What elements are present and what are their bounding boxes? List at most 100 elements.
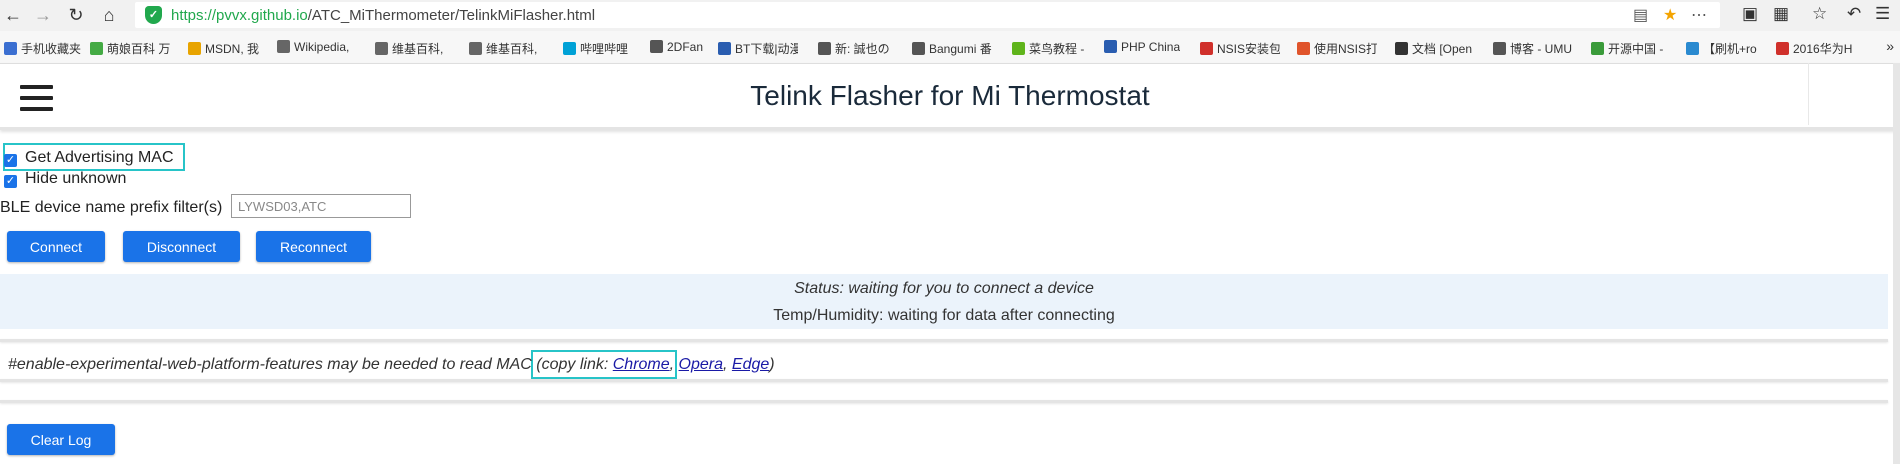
clear-log-button[interactable]: Clear Log (7, 424, 115, 455)
page-header: Telink Flasher for Mi Thermostat (0, 63, 1900, 130)
more-icon[interactable]: ⋯ (1691, 5, 1707, 25)
filter-input[interactable] (231, 194, 411, 218)
reload-icon[interactable]: ↻ (65, 4, 87, 26)
bookmark-item[interactable]: 【刷机+ro (1686, 40, 1757, 57)
bookmark-favicon-icon (818, 42, 831, 55)
bookmark-item[interactable]: 2DFan (650, 40, 703, 54)
bookmark-favicon-icon (1200, 42, 1213, 55)
note-text: #enable-experimental-web-platform-featur… (8, 356, 532, 373)
bookmark-item[interactable]: 博客 - UMU (1493, 40, 1572, 57)
status-panel: Status: waiting for you to connect a dev… (0, 274, 1888, 329)
forward-icon[interactable]: → (32, 4, 54, 26)
star-icon[interactable]: ★ (1663, 5, 1677, 25)
bookmark-label: 新: 誠也の (835, 42, 890, 56)
favorites-icon[interactable]: ☆ (1812, 4, 1827, 24)
address-bar[interactable]: ✓ https://pvvx.github.io/ATC_MiThermomet… (135, 2, 1720, 28)
bookmark-item[interactable]: BT下载|动漫 (718, 40, 798, 57)
header-divider (1808, 63, 1809, 125)
connect-button[interactable]: Connect (7, 231, 105, 262)
bookmark-label: 哔哩哔哩 (580, 42, 629, 56)
menu-icon[interactable]: ☰ (1875, 4, 1890, 24)
bookmark-favicon-icon (563, 42, 576, 55)
edge-link[interactable]: Edge (732, 356, 769, 373)
bookmark-label: Bangumi 番 (929, 42, 992, 56)
url-protocol: https:// (171, 7, 217, 24)
opera-link[interactable]: Opera (679, 356, 723, 373)
bookmark-favicon-icon (277, 40, 290, 53)
bookmark-favicon-icon (188, 42, 201, 55)
bookmark-favicon-icon (1012, 42, 1025, 55)
bookmark-favicon-icon (1297, 42, 1310, 55)
bookmark-favicon-icon (650, 40, 663, 53)
bookmark-label: Wikipedia, (294, 40, 350, 54)
bookmark-label: 萌娘百科 万 (107, 42, 170, 56)
bookmark-item[interactable]: Bangumi 番 (912, 40, 992, 57)
divider (0, 400, 1888, 403)
bookmark-item[interactable]: 文档 [Open (1395, 40, 1472, 57)
disconnect-button[interactable]: Disconnect (123, 231, 240, 262)
adv-mac-checkbox[interactable]: ✓ (4, 154, 17, 167)
note-copy-prefix: (copy link: (536, 356, 613, 373)
bookmark-item[interactable]: 开源中国 - (1591, 40, 1663, 57)
bookmark-label: 2DFan (667, 40, 704, 54)
tab-manager-icon[interactable]: ▣ (1742, 4, 1758, 24)
browser-toolbar: ← → ↻ ⌂ ✓ https://pvvx.github.io/ATC_MiT… (0, 0, 1900, 31)
undo-icon[interactable]: ↶ (1847, 4, 1861, 24)
bookmark-label: MSDN, 我 (205, 42, 260, 56)
url-domain: pvvx.github.io (216, 7, 308, 24)
divider (0, 339, 1888, 342)
bookmark-favicon-icon (1493, 42, 1506, 55)
hide-unknown-label: Hide unknown (25, 170, 127, 187)
bookmark-item[interactable]: Wikipedia, (277, 40, 349, 54)
apps-icon[interactable]: ▦ (1773, 4, 1789, 24)
bookmark-label: 2016华为H (1793, 42, 1853, 56)
bookmark-item[interactable]: 使用NSIS打 (1297, 40, 1377, 57)
bookmark-favicon-icon (912, 42, 925, 55)
bookmark-label: 维基百科, (392, 42, 444, 56)
scrollbar[interactable] (1893, 63, 1900, 464)
bookmark-label: 开源中国 - (1608, 42, 1664, 56)
chrome-link[interactable]: Chrome (613, 356, 670, 373)
bookmark-label: 菜鸟教程 - (1029, 42, 1085, 56)
url-text[interactable]: https://pvvx.github.io/ATC_MiThermometer… (171, 7, 595, 24)
bookmark-item[interactable]: 手机收藏夹 (4, 40, 81, 57)
translate-icon[interactable]: ▤ (1633, 5, 1648, 25)
bookmark-item[interactable]: 哔哩哔哩 (563, 40, 628, 57)
bookmark-item[interactable]: 维基百科, (375, 40, 443, 57)
bookmark-label: 【刷机+ro (1703, 42, 1757, 56)
url-path: /ATC_MiThermometer/TelinkMiFlasher.html (307, 7, 596, 24)
bookmark-item[interactable]: 2016华为H (1776, 40, 1852, 57)
bookmark-favicon-icon (1591, 42, 1604, 55)
back-icon[interactable]: ← (2, 4, 24, 26)
bookmark-item[interactable]: 维基百科, (469, 40, 537, 57)
reconnect-button[interactable]: Reconnect (256, 231, 371, 262)
bookmark-label: PHP China (1121, 40, 1181, 54)
bookmark-item[interactable]: NSIS安装包 (1200, 40, 1280, 57)
bookmark-item[interactable]: 萌娘百科 万 (90, 40, 170, 57)
hide-unknown-checkbox[interactable]: ✓ (4, 175, 17, 188)
bookmark-favicon-icon (469, 42, 482, 55)
bookmark-label: BT下载|动漫 (735, 42, 798, 56)
bookmark-label: 文档 [Open (1412, 42, 1473, 56)
bookmark-item[interactable]: PHP China (1104, 40, 1180, 54)
adv-mac-option[interactable]: ✓ Get Advertising MAC (4, 149, 174, 167)
bookmark-favicon-icon (1395, 42, 1408, 55)
bookmark-label: 博客 - UMU (1510, 42, 1572, 56)
divider (0, 379, 1888, 382)
bookmark-favicon-icon (1686, 42, 1699, 55)
bookmark-item[interactable]: 新: 誠也の (818, 40, 890, 57)
bookmark-item[interactable]: 菜鸟教程 - (1012, 40, 1084, 57)
bookmark-label: 使用NSIS打 (1314, 42, 1377, 56)
bookmark-label: 维基百科, (486, 42, 538, 56)
bookmarks-bar: » 手机收藏夹 萌娘百科 万 MSDN, 我 Wikipedia, 维基百科, 维基百科,… (0, 31, 1900, 64)
home-icon[interactable]: ⌂ (98, 4, 120, 26)
temp-humidity-text: Temp/Humidity: waiting for data after co… (773, 307, 1115, 324)
experimental-features-note: #enable-experimental-web-platform-featur… (8, 356, 775, 373)
note-end: ) (769, 356, 775, 373)
bookmark-favicon-icon (718, 42, 731, 55)
page-title: Telink Flasher for Mi Thermostat (750, 80, 1150, 111)
bookmark-label: 手机收藏夹 (21, 42, 82, 56)
bookmarks-more-icon[interactable]: » (1886, 38, 1894, 54)
bookmark-item[interactable]: MSDN, 我 (188, 40, 259, 57)
hide-unknown-option[interactable]: ✓ Hide unknown (4, 170, 126, 188)
